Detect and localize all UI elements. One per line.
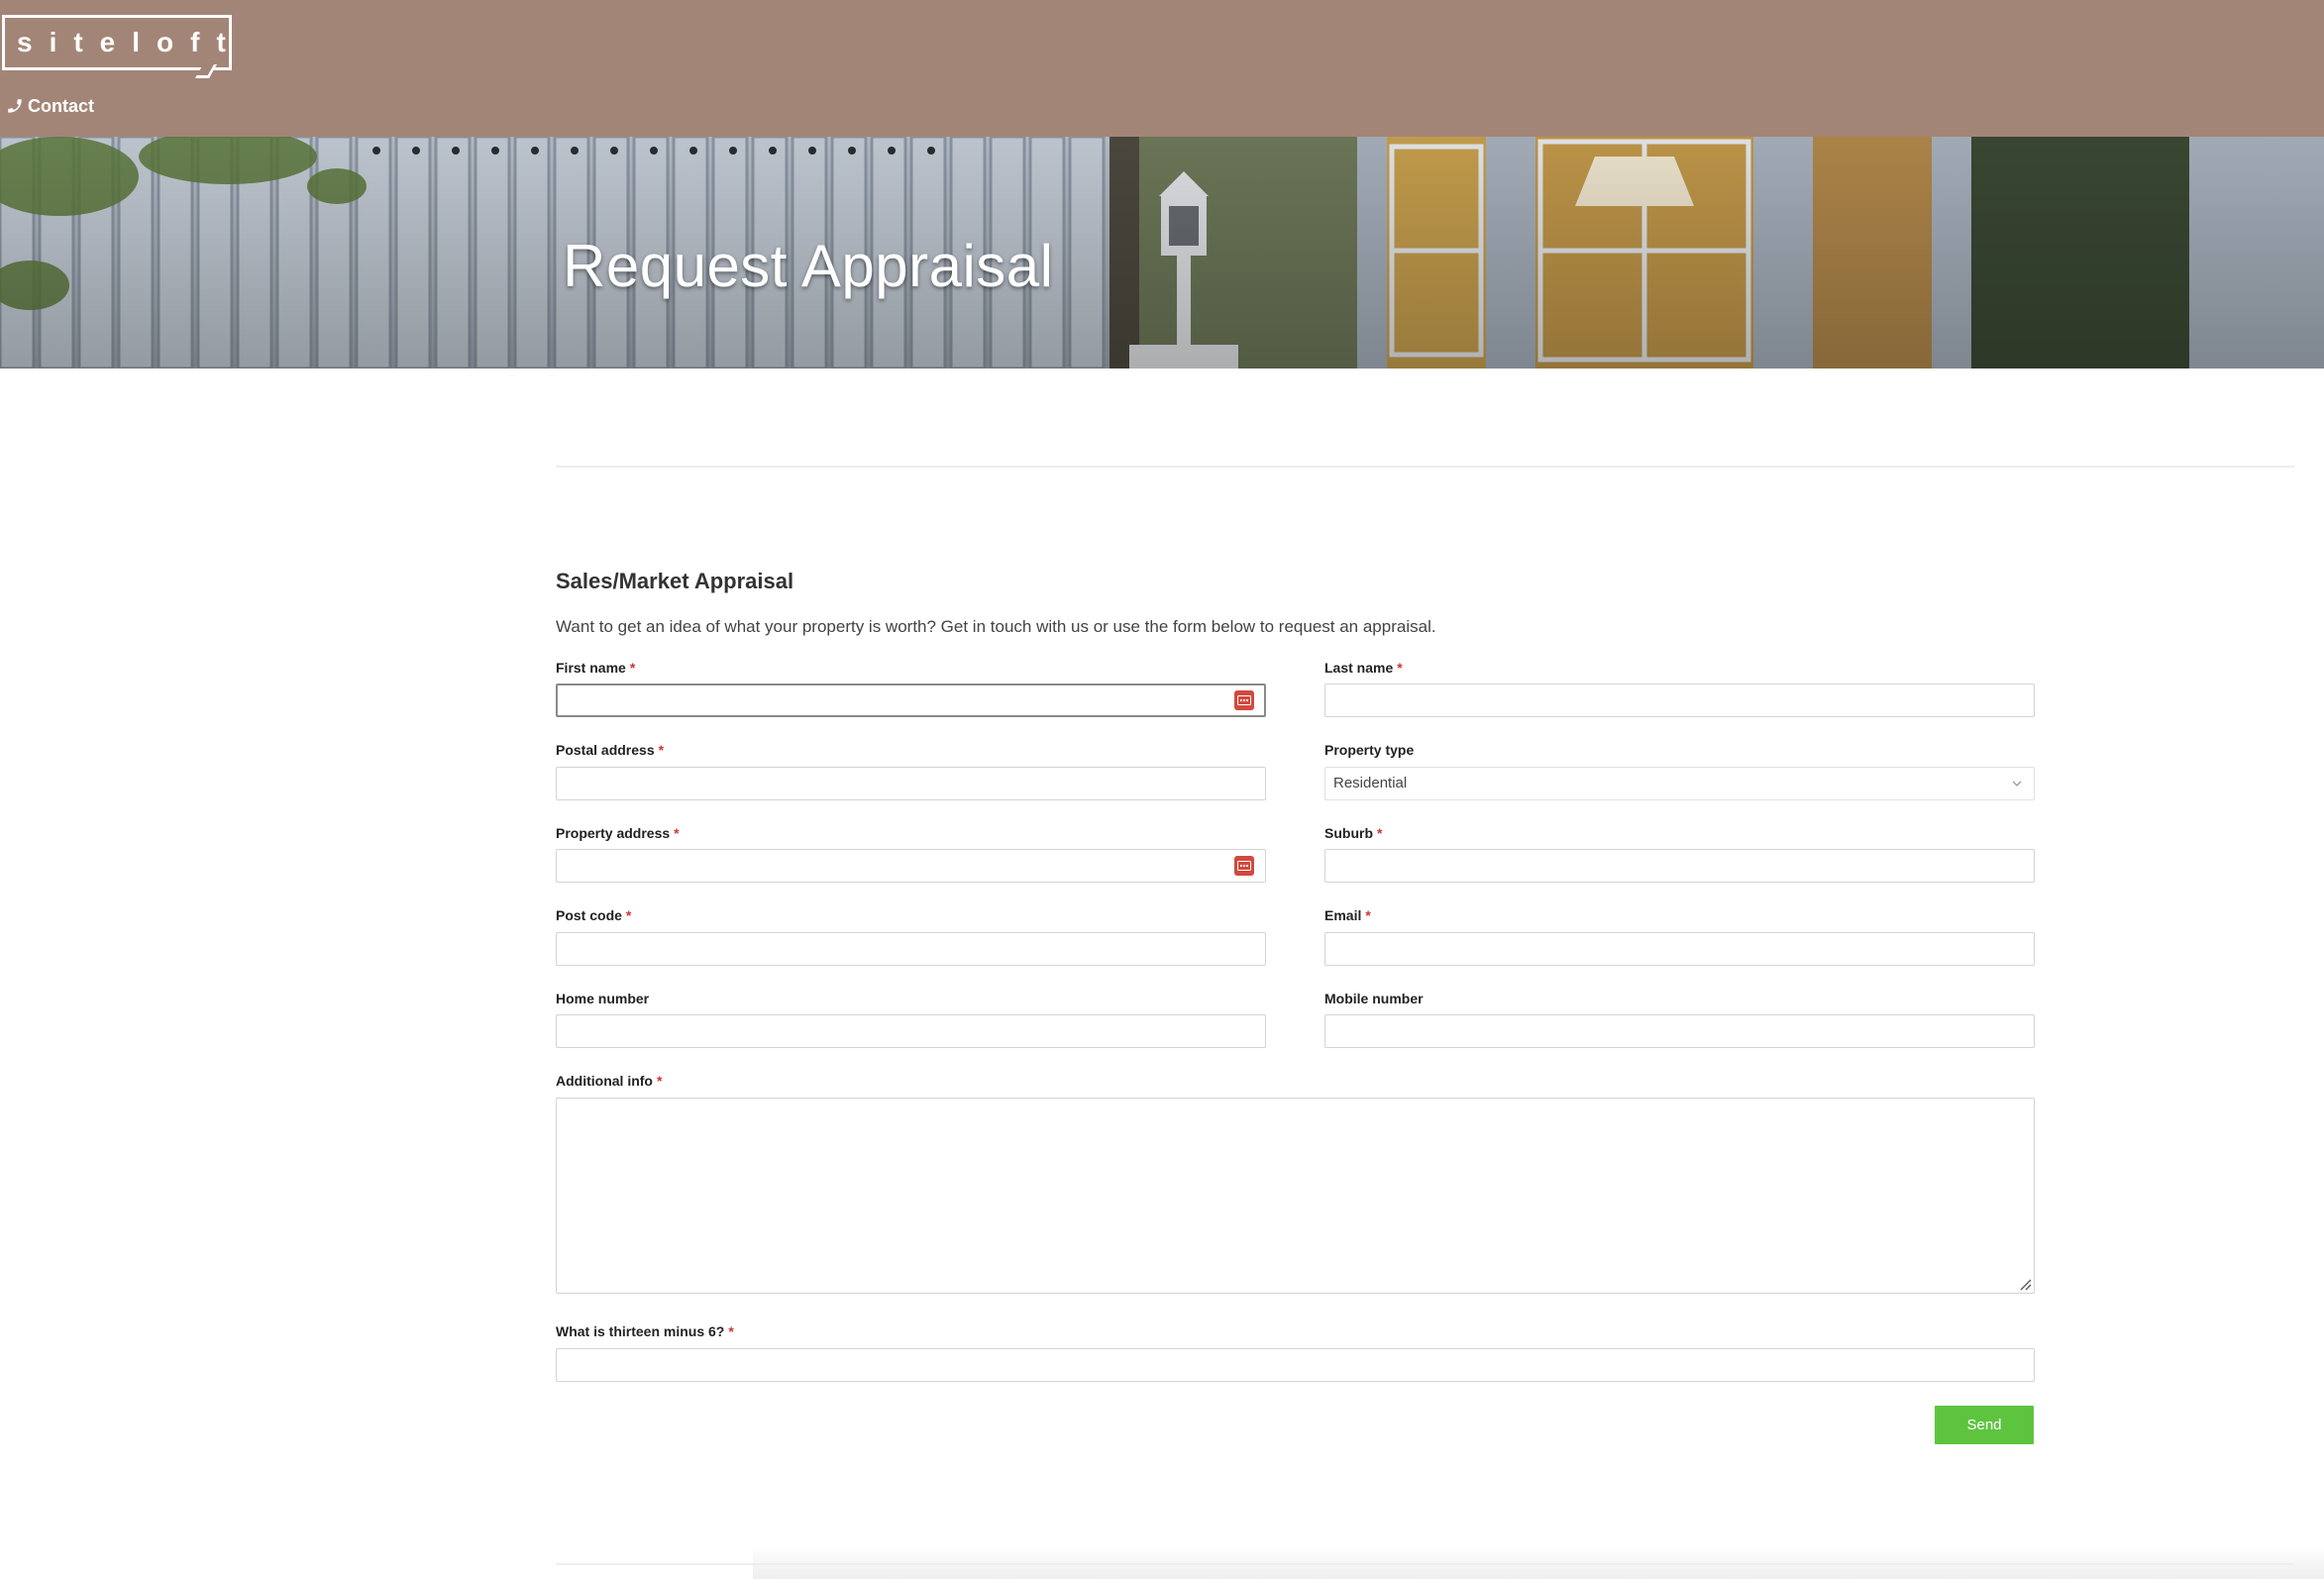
contact-label: Contact — [28, 95, 94, 116]
site-header: siteloft Contact — [0, 0, 2324, 137]
password-manager-icon[interactable] — [1234, 856, 1254, 876]
required-marker: * — [1365, 907, 1371, 923]
mobile-number-label-text: Mobile number — [1324, 991, 1424, 1006]
email-input[interactable] — [1324, 932, 2035, 966]
hero-background-image — [0, 137, 2324, 368]
captcha-label-text: What is thirteen minus 6? — [556, 1323, 725, 1339]
property-type-label: Property type — [1324, 740, 1414, 760]
email-label: Email * — [1324, 905, 1371, 925]
required-marker: * — [629, 660, 636, 676]
password-manager-icon[interactable] — [1234, 690, 1254, 710]
section-divider-top — [556, 466, 2294, 468]
site-logo[interactable]: siteloft — [2, 15, 243, 78]
post-code-label: Post code * — [556, 905, 631, 925]
captcha-label: What is thirteen minus 6? * — [556, 1321, 734, 1341]
last-name-label-text: Last name — [1324, 660, 1394, 676]
required-marker: * — [1397, 660, 1403, 676]
mobile-number-input[interactable] — [1324, 1014, 2035, 1048]
required-marker: * — [1377, 825, 1383, 841]
section-divider-bottom — [556, 1563, 2294, 1565]
property-type-label-text: Property type — [1324, 742, 1415, 758]
first-name-label-text: First name — [556, 660, 626, 676]
logo-text: siteloft — [17, 27, 243, 57]
property-type-value: Residential — [1333, 775, 1408, 791]
email-label-text: Email — [1324, 907, 1362, 923]
additional-info-textarea[interactable] — [556, 1098, 2035, 1294]
required-marker: * — [658, 742, 665, 758]
resize-handle-icon[interactable] — [2018, 1277, 2032, 1291]
chevron-down-icon — [2012, 768, 2022, 799]
additional-info-label-text: Additional info — [556, 1073, 653, 1089]
property-address-input[interactable] — [556, 849, 1266, 883]
property-address-label-text: Property address — [556, 825, 671, 841]
postal-address-label-text: Postal address — [556, 742, 655, 758]
suburb-input[interactable] — [1324, 849, 2035, 883]
first-name-label: First name * — [556, 658, 635, 678]
form-intro-text: Want to get an idea of what your propert… — [556, 617, 1436, 636]
additional-info-label: Additional info * — [556, 1071, 662, 1091]
captcha-input[interactable] — [556, 1348, 2035, 1382]
post-code-input[interactable] — [556, 932, 1266, 966]
send-button[interactable]: Send — [1935, 1406, 2034, 1444]
last-name-label: Last name * — [1324, 658, 1403, 678]
home-number-label: Home number — [556, 989, 649, 1008]
page-bottom-shadow — [753, 1545, 2324, 1579]
property-type-select[interactable]: Residential — [1324, 767, 2035, 800]
postal-address-label: Postal address * — [556, 740, 664, 760]
home-number-input[interactable] — [556, 1014, 1266, 1048]
property-address-label: Property address * — [556, 823, 680, 843]
required-marker: * — [728, 1323, 734, 1339]
last-name-input[interactable] — [1324, 684, 2035, 717]
required-marker: * — [656, 1073, 663, 1089]
mobile-number-label: Mobile number — [1324, 989, 1424, 1008]
hero-banner: Request Appraisal — [0, 137, 2324, 368]
required-marker: * — [625, 907, 632, 923]
suburb-label-text: Suburb — [1324, 825, 1373, 841]
first-name-input[interactable] — [556, 684, 1266, 717]
form-title: Sales/Market Appraisal — [556, 569, 794, 593]
post-code-label-text: Post code — [556, 907, 622, 923]
contact-link[interactable]: Contact — [6, 94, 94, 118]
suburb-label: Suburb * — [1324, 823, 1382, 843]
phone-icon — [8, 99, 22, 113]
page-title: Request Appraisal — [563, 233, 1054, 299]
home-number-label-text: Home number — [556, 991, 650, 1006]
postal-address-input[interactable] — [556, 767, 1266, 800]
required-marker: * — [674, 825, 680, 841]
